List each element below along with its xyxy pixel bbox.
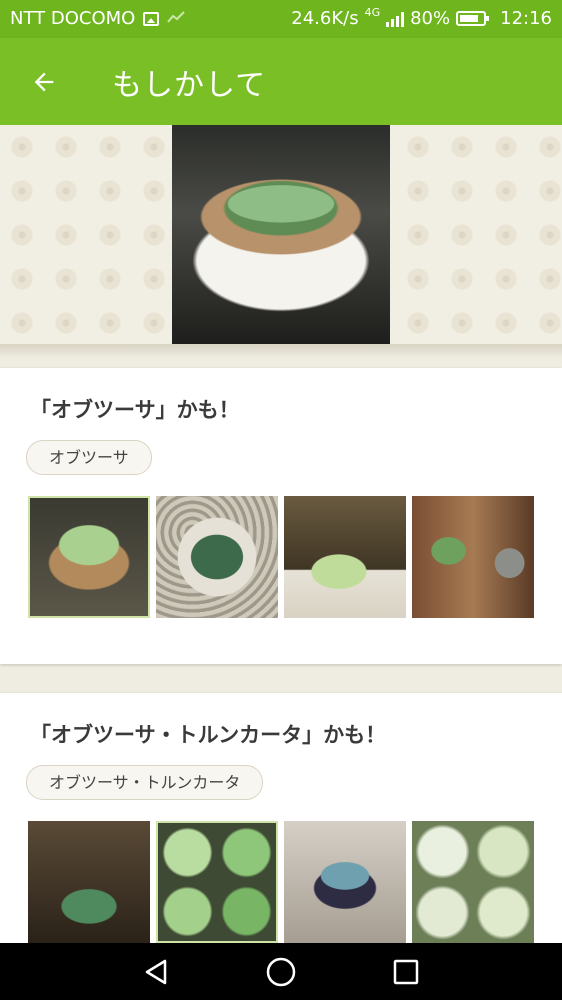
circle-home-icon	[266, 957, 296, 987]
example-photo[interactable]	[156, 496, 278, 618]
example-photo[interactable]	[156, 821, 278, 943]
trend-icon	[167, 8, 186, 29]
clock: 12:16	[500, 8, 552, 29]
result-title: 「オブツーサ・トルンカータ」かも！	[30, 723, 387, 747]
uploaded-photo-area	[0, 125, 562, 345]
page-title: もしかして	[112, 68, 267, 103]
nav-recents-button[interactable]	[376, 953, 436, 991]
species-chip[interactable]: オブツーサ	[26, 440, 152, 475]
battery-percent: 80%	[410, 8, 451, 29]
image-notification-icon	[143, 11, 160, 26]
example-photo[interactable]	[284, 496, 406, 618]
example-photo[interactable]	[284, 821, 406, 943]
network-speed: 24.6K/s	[291, 8, 359, 29]
species-chip[interactable]: オブツーサ・トルンカータ	[26, 765, 264, 800]
system-navigation-bar	[0, 943, 562, 1000]
result-title: 「オブツーサ」かも！	[30, 398, 240, 422]
nav-back-button[interactable]	[126, 953, 186, 991]
example-photo[interactable]	[412, 821, 534, 943]
app-bar: もしかして	[0, 38, 562, 125]
back-button[interactable]	[20, 58, 68, 106]
example-photo[interactable]	[412, 496, 534, 618]
uploaded-plant-photo[interactable]	[172, 125, 390, 344]
status-bar: NTT DOCOMO 24.6K/s 4G 80% 12:16	[0, 0, 562, 38]
result-card: 「オブツーサ」かも！ オブツーサ	[0, 368, 562, 664]
signal-icon	[386, 11, 405, 27]
carrier-label: NTT DOCOMO	[10, 8, 136, 29]
arrow-left-icon	[34, 72, 54, 92]
example-photo[interactable]	[28, 821, 150, 943]
nav-home-button[interactable]	[251, 953, 311, 991]
square-recents-icon	[393, 959, 419, 985]
network-type-label: 4G	[364, 6, 381, 19]
result-card: 「オブツーサ・トルンカータ」かも！ オブツーサ・トルンカータ	[0, 693, 562, 953]
example-photo[interactable]	[28, 496, 150, 618]
hero-divider	[0, 344, 562, 358]
triangle-back-icon	[145, 959, 167, 985]
example-photos	[28, 496, 534, 618]
battery-icon	[456, 11, 490, 26]
example-photos	[28, 821, 534, 943]
